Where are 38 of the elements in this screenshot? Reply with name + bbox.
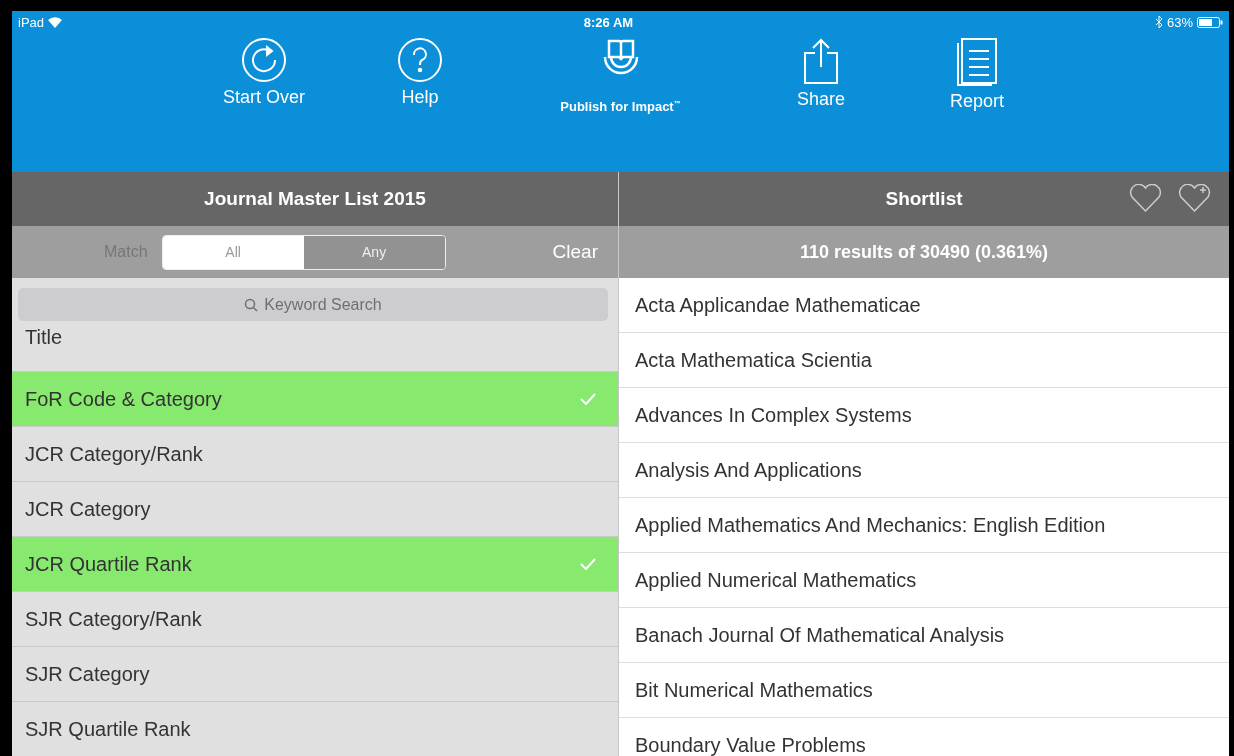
journal-row[interactable]: Analysis And Applications — [619, 443, 1229, 498]
journal-row[interactable]: Bit Numerical Mathematics — [619, 663, 1229, 718]
publish-button[interactable]: Publish for Impact$^{™}$ — [498, 37, 743, 114]
filter-item[interactable]: JCR Category/Rank — [12, 427, 618, 482]
journal-row[interactable]: Boundary Value Problems — [619, 718, 1229, 756]
search-icon — [244, 297, 259, 312]
help-button[interactable]: Help — [342, 37, 498, 114]
checkmark-icon — [580, 393, 596, 405]
report-button[interactable]: Report — [899, 37, 1055, 114]
filter-item[interactable]: JCR Quartile Rank — [12, 537, 618, 592]
journal-row[interactable]: Advances In Complex Systems — [619, 388, 1229, 443]
filter-item[interactable]: FoR Code & Category — [12, 372, 618, 427]
panel-title: Journal Master List 2015 — [204, 188, 426, 210]
journal-row[interactable]: Applied Numerical Mathematics — [619, 553, 1229, 608]
bluetooth-icon — [1154, 16, 1163, 28]
restart-button[interactable]: Start Over — [186, 37, 342, 114]
restart-icon — [241, 37, 287, 83]
journal-row[interactable]: Acta Mathematica Scientia — [619, 333, 1229, 388]
filter-item[interactable]: SJR Category — [12, 647, 618, 702]
filter-item[interactable]: SJR Quartile Rank — [12, 702, 618, 756]
share-icon — [801, 37, 841, 85]
journal-row[interactable]: Acta Applicandae Mathematicae — [619, 278, 1229, 333]
battery-level: 63% — [1166, 14, 1193, 30]
journal-row[interactable]: Applied Mathematics And Mechanics: English Edition — [619, 498, 1229, 553]
filter-item[interactable]: SJR Category/Rank — [12, 592, 618, 647]
wifi-icon — [48, 16, 63, 28]
help-icon — [397, 37, 443, 83]
battery-icon — [1197, 16, 1223, 28]
report-icon — [954, 37, 1000, 87]
panel-title: Shortlist — [885, 188, 963, 210]
results-summary: 110 results of 30490 (0.361%) — [799, 241, 1049, 263]
status-time: 8:26 AM — [583, 14, 634, 30]
journal-row[interactable]: Banach Journal Of Mathematical Analysis — [619, 608, 1229, 663]
heart-add-icon[interactable] — [1178, 184, 1211, 212]
share-button[interactable]: Share — [743, 37, 899, 114]
heart-icon[interactable] — [1129, 184, 1162, 212]
device-label: iPad — [18, 14, 63, 30]
checkmark-icon — [580, 558, 596, 570]
